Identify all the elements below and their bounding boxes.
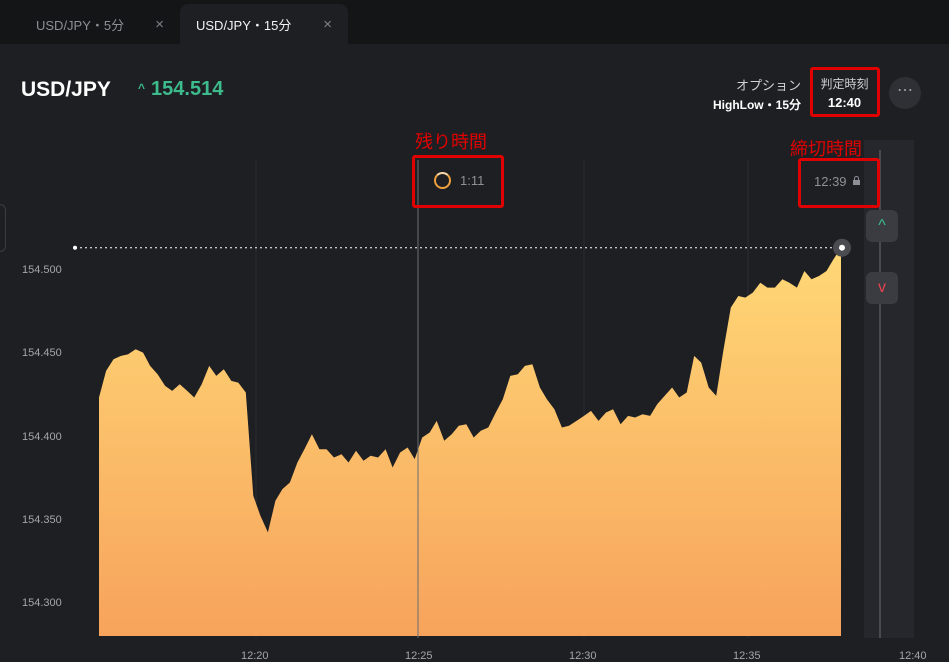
y-axis-tick-label: 154.450: [22, 347, 62, 360]
x-axis-tick-label: 12:25: [405, 650, 433, 662]
annotation-deadline-time: 締切時間: [790, 139, 862, 159]
price-line-start-dot: [73, 245, 77, 250]
y-axis-tick-label: 154.350: [22, 513, 62, 526]
x-axis-tick-label: 12:20: [241, 650, 269, 662]
price-chart: [0, 140, 949, 640]
y-axis-tick-label: 154.500: [22, 264, 62, 276]
x-axis-tick-label: 12:40: [899, 650, 927, 662]
high-button[interactable]: ^: [866, 210, 898, 242]
y-axis-tick-label: 154.300: [22, 597, 62, 609]
annotation-remaining-time: 残り時間: [415, 132, 487, 152]
low-button[interactable]: v: [866, 272, 898, 304]
deadline-time-highlight: [798, 158, 880, 208]
x-axis-tick-label: 12:30: [569, 650, 597, 662]
current-price-dot: [839, 244, 845, 251]
y-axis-tick-label: 154.400: [22, 430, 62, 443]
side-panel-handle[interactable]: [0, 204, 6, 252]
x-axis-tick-label: 12:35: [733, 650, 761, 662]
remaining-time-highlight: [412, 155, 504, 208]
